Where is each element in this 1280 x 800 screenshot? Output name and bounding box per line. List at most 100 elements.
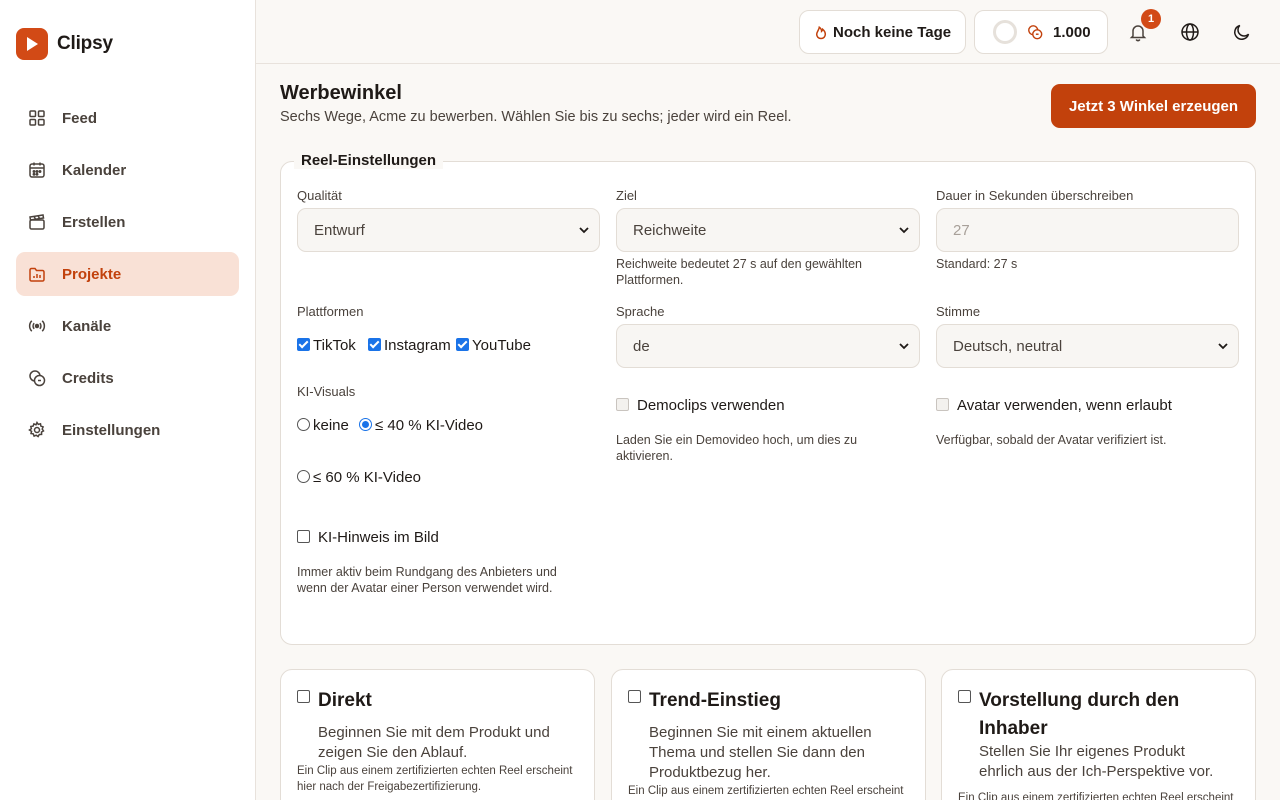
goal-hint: Reichweite bedeutet 27 s auf den gewählt… [616, 257, 863, 287]
quality-select[interactable]: Entwurf [297, 208, 600, 252]
demo-clips-option[interactable]: Democlips verwenden [616, 397, 785, 414]
angle-note: Ein Clip aus einem zertifizierten echten… [297, 765, 573, 793]
page-subtitle: Sechs Wege, Acme zu bewerben. Wählen Sie… [280, 109, 792, 125]
brand[interactable]: Clipsy [16, 28, 113, 60]
youtube-checkbox[interactable] [456, 338, 469, 351]
ai-visuals-60-label: ≤ 60 % KI-Video [313, 469, 422, 486]
platform-option-youtube[interactable]: YouTube [456, 337, 531, 354]
notifications-button[interactable]: 1 [1124, 9, 1161, 46]
demo-clips-checkbox[interactable] [616, 398, 629, 411]
globe-icon [1181, 23, 1199, 41]
generate-angles-button[interactable]: Jetzt 3 Winkel erzeugen [1051, 84, 1256, 128]
goal-select[interactable]: Reichweite [616, 208, 920, 252]
angle-checkbox[interactable] [958, 690, 971, 703]
chevron-down-icon [899, 343, 909, 350]
ai-notice-option[interactable]: KI-Hinweis im Bild [297, 529, 439, 546]
reel-settings-legend: Reel-Einstellungen [294, 152, 444, 169]
sidebar-item-projekte[interactable]: Projekte [16, 252, 239, 296]
sidebar-item-label: Kanäle [62, 317, 112, 335]
page-title: Werbewinkel [280, 82, 402, 104]
ai-visuals-option-none[interactable]: keine [297, 417, 349, 434]
tiktok-checkbox[interactable] [297, 338, 310, 351]
credits-button[interactable]: 1.000 [974, 10, 1108, 54]
topbar: Noch keine Tage 1.000 1 [256, 0, 1280, 64]
sidebar-item-einstellungen[interactable]: Einstellungen [16, 408, 239, 452]
instagram-label: Instagram [384, 337, 451, 354]
sidebar-item-kanaele[interactable]: Kanäle [16, 304, 239, 348]
angle-card-trend[interactable]: Trend-Einstieg Beginnen Sie mit einem ak… [611, 669, 926, 800]
duration-hint: Standard: 27 s [936, 257, 1018, 271]
avatar-checkbox[interactable] [936, 398, 949, 411]
notification-badge: 1 [1141, 9, 1161, 29]
angle-card-direkt[interactable]: Direkt Beginnen Sie mit dem Produkt und … [280, 669, 595, 800]
angle-checkbox[interactable] [297, 690, 310, 703]
coins-icon [29, 370, 46, 387]
calendar-icon [29, 162, 45, 178]
coins-icon [1028, 25, 1043, 40]
sidebar-item-label: Projekte [62, 265, 122, 283]
angle-description: Stellen Sie Ihr eigenes Produkt ehrlich … [979, 743, 1214, 780]
language-value: de [633, 337, 650, 355]
streak-button[interactable]: Noch keine Tage [799, 10, 966, 54]
chevron-down-icon [579, 227, 589, 234]
voice-label: Stimme [936, 304, 981, 319]
quality-value: Entwurf [314, 221, 365, 239]
goal-label: Ziel [616, 188, 637, 203]
ai-notice-checkbox[interactable] [297, 530, 310, 543]
duration-placeholder: 27 [953, 221, 970, 239]
grid-icon [29, 110, 45, 126]
clapperboard-icon [29, 214, 45, 230]
language-label: Sprache [616, 304, 665, 319]
duration-label: Dauer in Sekunden überschreiben [936, 188, 1134, 203]
avatar-option[interactable]: Avatar verwenden, wenn erlaubt [936, 397, 1172, 414]
youtube-label: YouTube [472, 337, 531, 354]
quality-label: Qualität [297, 188, 342, 203]
brand-name: Clipsy [57, 33, 113, 54]
tiktok-label: TikTok [313, 337, 356, 354]
angle-note: Ein Clip aus einem zertifizierten echten… [958, 792, 1234, 800]
gear-icon [28, 421, 45, 438]
sidebar-item-credits[interactable]: Credits [16, 356, 239, 400]
goal-value: Reichweite [633, 221, 707, 239]
sidebar-nav: Feed Kalender Erstellen Projekte Kanäle … [16, 96, 239, 460]
flame-icon [815, 25, 827, 40]
voice-select[interactable]: Deutsch, neutral [936, 324, 1239, 368]
sidebar-item-label: Credits [62, 369, 114, 387]
angle-card-owner[interactable]: Vorstellung durch den Inhaber Stellen Si… [941, 669, 1256, 800]
sidebar-item-label: Erstellen [62, 213, 126, 231]
voice-value: Deutsch, neutral [953, 337, 1063, 355]
language-select[interactable]: de [616, 324, 920, 368]
instagram-checkbox[interactable] [368, 338, 381, 351]
ai-visuals-40-radio[interactable] [359, 418, 372, 431]
clipsy-logo-icon [16, 28, 48, 60]
angle-title: Direkt [318, 690, 372, 711]
angle-checkbox[interactable] [628, 690, 641, 703]
sidebar-item-kalender[interactable]: Kalender [16, 148, 239, 192]
sidebar-item-erstellen[interactable]: Erstellen [16, 200, 239, 244]
platform-option-instagram[interactable]: Instagram [368, 337, 451, 354]
chevron-down-icon [1218, 343, 1228, 350]
ai-visuals-none-label: keine [313, 417, 349, 434]
duration-input[interactable]: 27 [936, 208, 1239, 252]
folder-chart-icon [29, 267, 45, 282]
sidebar-item-feed[interactable]: Feed [16, 96, 239, 140]
angle-title: Trend-Einstieg [649, 690, 781, 711]
ai-visuals-option-40[interactable]: ≤ 40 % KI-Video [359, 417, 483, 434]
platform-option-tiktok[interactable]: TikTok [297, 337, 356, 354]
chevron-down-icon [899, 227, 909, 234]
demo-clips-label: Democlips verwenden [637, 397, 785, 414]
platforms-label: Plattformen [297, 304, 364, 319]
credits-value: 1.000 [1053, 23, 1091, 41]
ai-visuals-option-60[interactable]: ≤ 60 % KI-Video [297, 469, 421, 486]
ai-visuals-none-radio[interactable] [297, 418, 310, 431]
ai-visuals-60-radio[interactable] [297, 470, 310, 483]
progress-ring-icon [993, 20, 1017, 44]
ai-notice-hint: Immer aktiv beim Rundgang des Anbieters … [297, 565, 557, 595]
sidebar-item-label: Einstellungen [62, 421, 161, 439]
ai-visuals-label: KI-Visuals [297, 384, 356, 399]
sidebar: Clipsy Feed Kalender Erstellen Projekte … [0, 0, 256, 800]
language-button[interactable] [1176, 18, 1204, 46]
angle-note: Ein Clip aus einem zertifizierten echten… [628, 785, 904, 797]
demo-clips-hint: Laden Sie ein Demovideo hoch, um dies zu… [616, 433, 858, 463]
theme-toggle-button[interactable] [1228, 18, 1256, 46]
